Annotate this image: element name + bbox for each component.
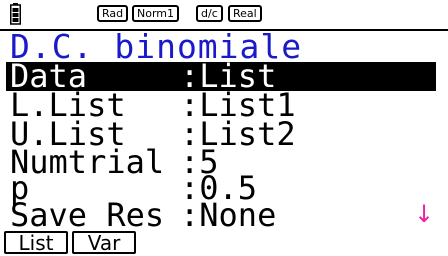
battery-icon <box>10 3 21 25</box>
f1-list-button[interactable]: List <box>4 231 68 254</box>
calculator-screen: Rad Norm1 d/c Real D.C. binomiale Data :… <box>0 0 448 256</box>
scroll-down-arrow-icon: ↓ <box>414 200 435 228</box>
fraction-mode-badge: d/c <box>196 5 223 22</box>
setting-row-save-res[interactable]: Save Res :None <box>6 196 436 234</box>
f2-var-button[interactable]: Var <box>72 231 136 254</box>
status-bar: Rad Norm1 d/c Real <box>0 0 448 31</box>
complex-mode-badge: Real <box>228 5 262 22</box>
angle-mode-badge: Rad <box>97 5 129 22</box>
display-mode-badge: Norm1 <box>132 5 180 22</box>
setting-value: :None <box>180 196 277 234</box>
setting-label: Save Res <box>10 196 165 234</box>
